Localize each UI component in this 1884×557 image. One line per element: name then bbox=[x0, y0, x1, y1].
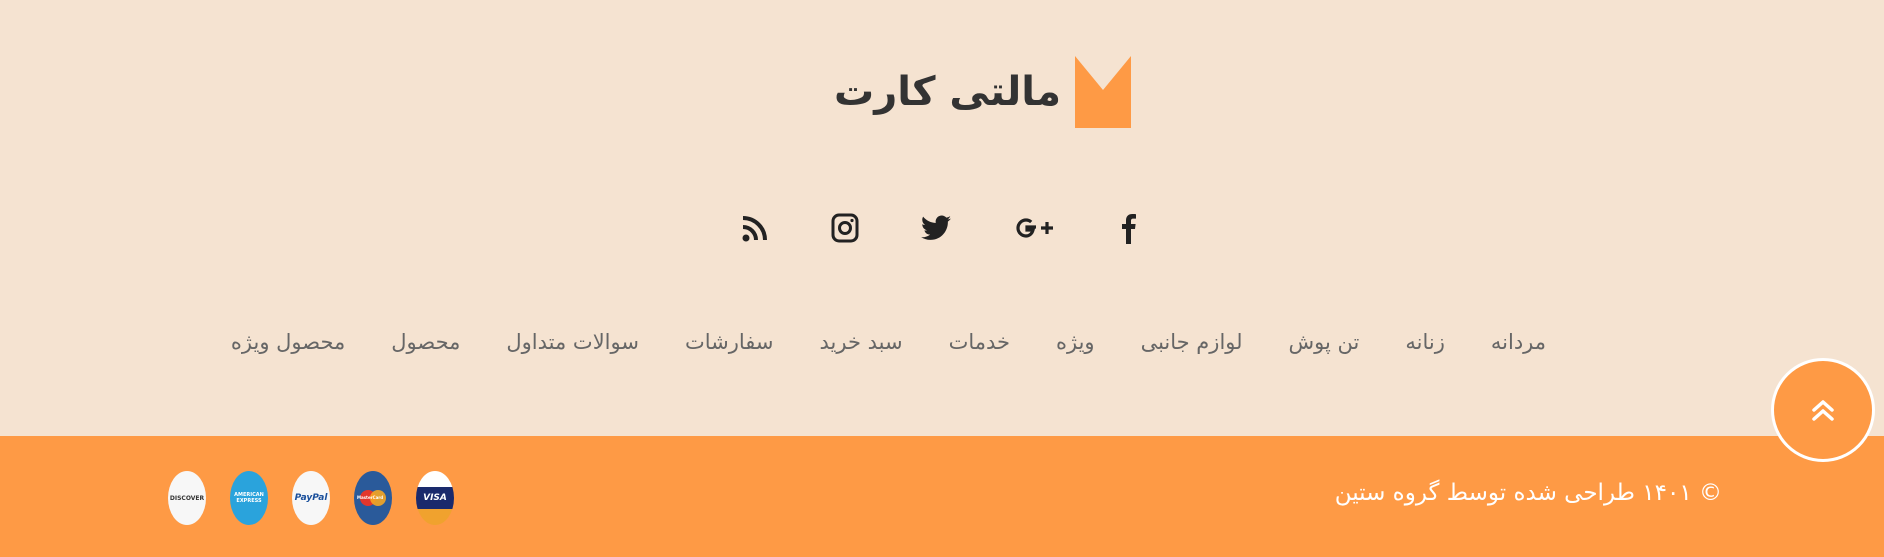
double-chevron-up-icon bbox=[1812, 400, 1834, 421]
nav-link-womens[interactable]: زنانه bbox=[1405, 330, 1445, 354]
footer-nav: مردانه زنانه تن پوش لوازم جانبی ویژه خدم… bbox=[231, 322, 1546, 362]
nav-link-clothing[interactable]: تن پوش bbox=[1289, 330, 1360, 354]
brand-logo[interactable]: مالتی کارت bbox=[834, 56, 1132, 128]
paypal-label: PayPal bbox=[294, 493, 328, 503]
payment-methods: DISCOVER AMERICAN EXPRESS PayPal MasterC… bbox=[168, 471, 454, 525]
back-to-top-button[interactable] bbox=[1771, 358, 1875, 462]
nav-link-special[interactable]: ویژه bbox=[1056, 330, 1095, 354]
mastercard-icon: MasterCard bbox=[354, 471, 392, 525]
footer-section: مالتی کارت مردانه زنانه تن پوش لوازم جان… bbox=[0, 0, 1884, 557]
discover-label: DISCOVER bbox=[169, 494, 205, 502]
visa-label: VISA bbox=[423, 493, 447, 503]
logo-mark-icon bbox=[1075, 56, 1132, 128]
amex-icon: AMERICAN EXPRESS bbox=[230, 471, 268, 525]
copyright-bar: © ۱۴۰۱ طراحی شده توسط گروه ستین DISCOVER… bbox=[0, 436, 1884, 557]
nav-link-faq[interactable]: سوالات متداول bbox=[506, 330, 639, 354]
nav-link-accessories[interactable]: لوازم جانبی bbox=[1141, 330, 1243, 354]
brand-name: مالتی کارت bbox=[834, 69, 1062, 115]
paypal-icon: PayPal bbox=[292, 471, 330, 525]
facebook-icon[interactable] bbox=[1105, 204, 1153, 252]
discover-icon: DISCOVER bbox=[168, 471, 206, 525]
nav-link-special-product[interactable]: محصول ویژه bbox=[231, 330, 345, 354]
visa-icon: VISA bbox=[416, 471, 454, 525]
google-plus-icon[interactable] bbox=[1011, 204, 1059, 252]
copyright-text: © ۱۴۰۱ طراحی شده توسط گروه ستین bbox=[1334, 480, 1722, 506]
instagram-icon[interactable] bbox=[821, 204, 869, 252]
rss-icon[interactable] bbox=[731, 204, 779, 252]
nav-link-orders[interactable]: سفارشات bbox=[685, 330, 774, 354]
nav-link-cart[interactable]: سبد خرید bbox=[819, 330, 902, 354]
mastercard-label: MasterCard bbox=[357, 495, 384, 500]
twitter-icon[interactable] bbox=[912, 204, 960, 252]
nav-link-services[interactable]: خدمات bbox=[949, 330, 1010, 354]
nav-link-mens[interactable]: مردانه bbox=[1491, 330, 1546, 354]
social-links bbox=[0, 204, 1884, 252]
amex-label: AMERICAN EXPRESS bbox=[234, 492, 264, 504]
nav-link-product[interactable]: محصول bbox=[391, 330, 460, 354]
